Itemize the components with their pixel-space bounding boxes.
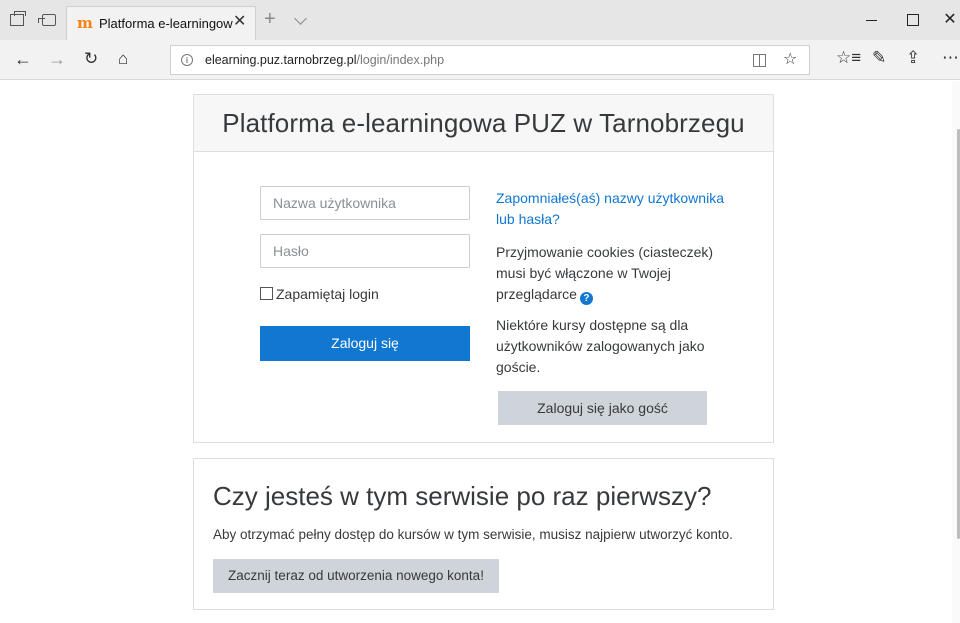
favorites-hub-icon[interactable]: ☆≡ bbox=[836, 48, 861, 68]
browser-tab-bar: m Platforma e-learningow ✕ + ✕ bbox=[0, 0, 960, 40]
back-arrow-icon[interactable]: ← bbox=[14, 49, 32, 69]
help-question-icon[interactable]: ? bbox=[579, 292, 593, 305]
signup-description: Aby otrzymać pełny dostęp do kursów w ty… bbox=[213, 527, 733, 542]
url-path: /login/index.php bbox=[356, 53, 445, 67]
tab-close-icon[interactable]: ✕ bbox=[233, 13, 246, 31]
forgot-password-link[interactable]: Zapomniałeś(aś) nazwy użytkownika lub ha… bbox=[496, 188, 726, 230]
browser-tab[interactable]: m Platforma e-learningow ✕ bbox=[66, 6, 256, 40]
remember-label[interactable]: Zapamiętaj login bbox=[276, 286, 379, 302]
url-host: elearning.puz.tarnobrzeg.pl bbox=[205, 53, 357, 67]
password-input[interactable] bbox=[260, 234, 470, 268]
reading-view-icon[interactable] bbox=[753, 54, 766, 67]
new-tab-icon[interactable]: + bbox=[264, 9, 276, 29]
more-options-icon[interactable]: ⋯ bbox=[942, 48, 959, 68]
url-text: elearning.puz.tarnobrzeg.pl/login/index.… bbox=[205, 53, 444, 67]
web-note-pen-icon[interactable]: ✎ bbox=[872, 48, 886, 68]
site-title: Platforma e-learningowa PUZ w Tarnobrzeg… bbox=[222, 108, 745, 138]
page-content: Platforma e-learningowa PUZ w Tarnobrzeg… bbox=[0, 81, 960, 623]
window-maximize-button[interactable] bbox=[903, 10, 923, 30]
tab-preview-icon[interactable] bbox=[10, 11, 26, 26]
signup-card: Czy jesteś w tym serwisie po raz pierwsz… bbox=[193, 458, 774, 610]
login-info-column: Zapomniałeś(aś) nazwy użytkownika lub ha… bbox=[496, 188, 726, 378]
tab-dropdown-chevron-icon[interactable] bbox=[294, 12, 307, 25]
tab-title: Platforma e-learningow bbox=[99, 16, 233, 31]
window-close-button[interactable]: ✕ bbox=[940, 10, 960, 30]
window-minimize-button[interactable] bbox=[862, 10, 882, 30]
add-favorite-star-icon[interactable]: ☆ bbox=[783, 51, 797, 69]
forward-arrow-icon[interactable]: → bbox=[48, 49, 66, 69]
share-icon[interactable]: ⇪ bbox=[906, 48, 920, 68]
login-card: Platforma e-learningowa PUZ w Tarnobrzeg… bbox=[193, 94, 774, 443]
moodle-favicon-icon: m bbox=[77, 14, 93, 32]
username-input[interactable] bbox=[260, 186, 470, 220]
login-button[interactable]: Zaloguj się bbox=[260, 326, 470, 361]
browser-address-bar: ← → ↻ ⌂ i elearning.puz.tarnobrzeg.pl/lo… bbox=[0, 40, 960, 80]
signup-title: Czy jesteś w tym serwisie po raz pierwsz… bbox=[213, 481, 712, 511]
cookies-text: Przyjmowanie cookies (ciasteczek) musi b… bbox=[496, 244, 714, 302]
cookies-notice: Przyjmowanie cookies (ciasteczek) musi b… bbox=[496, 242, 726, 305]
url-input[interactable]: i elearning.puz.tarnobrzeg.pl/login/inde… bbox=[170, 45, 810, 75]
set-tabs-aside-icon[interactable] bbox=[38, 14, 56, 26]
create-account-button[interactable]: Zacznij teraz od utworzenia nowego konta… bbox=[213, 559, 499, 593]
remember-checkbox[interactable] bbox=[260, 287, 273, 300]
guest-login-button[interactable]: Zaloguj się jako gość bbox=[498, 391, 707, 425]
site-info-icon[interactable]: i bbox=[181, 54, 193, 66]
guest-notice: Niektóre kursy dostępne są dla użytkowni… bbox=[496, 317, 705, 375]
refresh-icon[interactable]: ↻ bbox=[84, 49, 98, 69]
login-card-header: Platforma e-learningowa PUZ w Tarnobrzeg… bbox=[194, 95, 773, 152]
home-icon[interactable]: ⌂ bbox=[118, 49, 128, 69]
